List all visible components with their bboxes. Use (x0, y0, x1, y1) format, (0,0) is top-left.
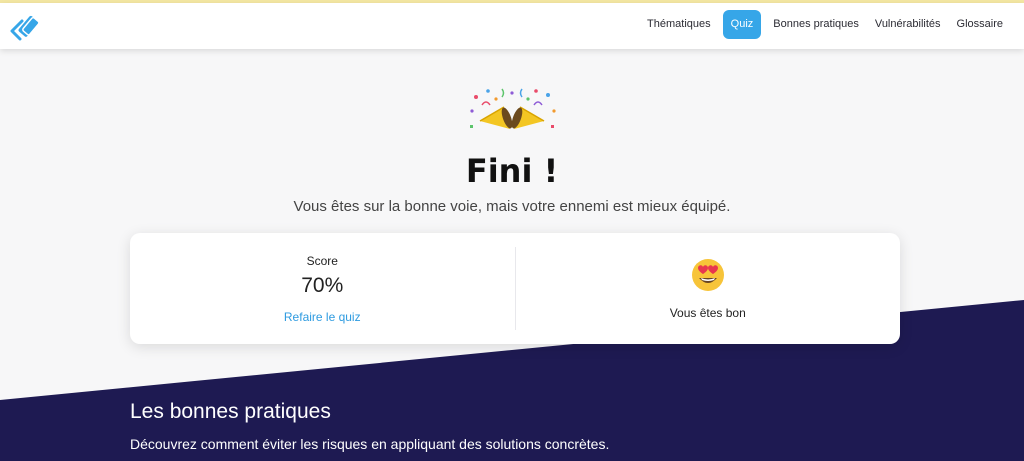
nav-item-bonnes-pratiques[interactable]: Bonnes pratiques (765, 10, 867, 39)
score-label: Score (306, 253, 338, 268)
nav-item-quiz[interactable]: Quiz (722, 10, 762, 39)
verdict-section: Vous êtes bon (516, 233, 901, 344)
nav-item-thematiques[interactable]: Thématiques (639, 10, 719, 39)
retry-quiz-link[interactable]: Refaire le quiz (284, 310, 361, 324)
best-practices-section: Les bonnes pratiques Découvrez comment é… (130, 400, 609, 452)
nav-item-vulnerabilites[interactable]: Vulnérabilités (867, 10, 949, 39)
dark-wave-background (0, 300, 1024, 461)
section-description: Découvrez comment éviter les risques en … (130, 436, 610, 452)
quiz-result-hero: Fini ! Vous êtes sur la bonne voie, mais… (0, 85, 1024, 215)
main-nav: Thématiques Quiz Bonnes pratiques Vulnér… (639, 10, 1011, 39)
nav-item-glossaire[interactable]: Glossaire (949, 10, 1011, 39)
verdict-text: Vous êtes bon (669, 306, 746, 320)
score-section: Score 70% Refaire le quiz (130, 233, 515, 344)
section-title: Les bonnes pratiques (130, 400, 331, 423)
score-value: 70% (301, 273, 344, 297)
heart-eyes-icon (690, 257, 726, 298)
page-title: Fini ! (465, 152, 559, 190)
party-popper-icon (0, 85, 1024, 141)
score-card: Score 70% Refaire le quiz Vous êtes bon (130, 233, 900, 344)
top-navigation-bar: Thématiques Quiz Bonnes pratiques Vulnér… (0, 3, 1024, 49)
result-message: Vous êtes sur la bonne voie, mais votre … (293, 198, 731, 215)
